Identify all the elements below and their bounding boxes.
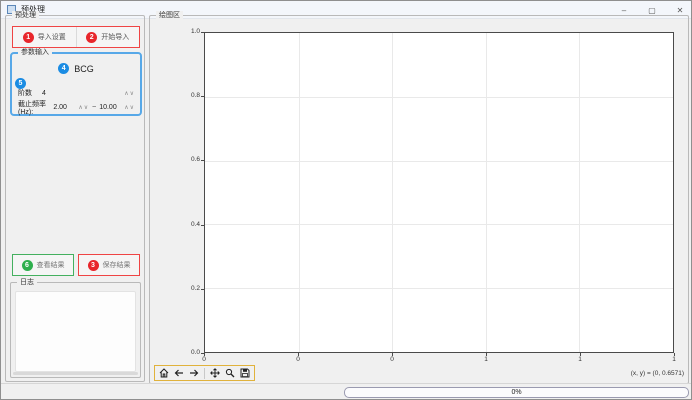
import-settings-button[interactable]: 1 导入设置 — [13, 27, 76, 47]
cutoff-high-spinner-arrows-icon[interactable]: ∧∨ — [124, 104, 135, 111]
order-spinbox[interactable]: 4 — [42, 90, 124, 97]
x-tick-label: 1 — [572, 356, 588, 363]
y-tick-label: 0.8 — [184, 92, 200, 99]
import-settings-label: 导入设置 — [38, 32, 66, 42]
y-tick-mark — [201, 32, 204, 33]
vertical-gridline — [299, 33, 300, 352]
log-horizontal-scrollbar[interactable] — [13, 372, 138, 375]
y-tick-mark — [201, 225, 204, 226]
plot-axes[interactable] — [204, 32, 674, 353]
vertical-gridline — [486, 33, 487, 352]
x-tick-label: 1 — [478, 356, 494, 363]
y-tick-mark — [201, 96, 204, 97]
x-tick-label: 0 — [196, 356, 212, 363]
pan-icon[interactable] — [209, 367, 221, 379]
horizontal-gridline — [205, 97, 673, 98]
parameter-input-groupbox: 参数输入 4 BCG 5 阶数 4 ∧∨ 截止频率(Hz): 2.00 ∧∨ ~… — [10, 52, 142, 116]
step-1-badge: 1 — [23, 32, 34, 43]
step-2-badge: 2 — [86, 32, 97, 43]
y-tick-mark — [201, 160, 204, 161]
plot-navigation-toolbar — [154, 365, 255, 381]
step-3-badge: 3 — [88, 260, 99, 271]
view-result-label: 查看结果 — [37, 260, 65, 270]
step-6-badge: 6 — [22, 260, 33, 271]
save-result-label: 保存结果 — [103, 260, 131, 270]
close-button[interactable]: ✕ — [673, 6, 687, 15]
progress-bar: 0% — [344, 387, 689, 398]
back-arrow-icon[interactable] — [173, 367, 185, 379]
y-tick-label: 0.2 — [184, 285, 200, 292]
step-4-badge: 4 — [58, 63, 69, 74]
status-strip: 0% — [1, 383, 691, 399]
toolbar-separator — [204, 368, 205, 379]
save-result-button[interactable]: 3 保存结果 — [78, 254, 140, 276]
signal-type-value[interactable]: BCG — [74, 64, 94, 74]
start-import-label: 开始导入 — [101, 32, 129, 42]
home-icon[interactable] — [158, 367, 170, 379]
zoom-icon[interactable] — [224, 367, 236, 379]
cutoff-range-separator: ~ — [92, 104, 96, 111]
cutoff-low-spinbox[interactable]: 2.00 — [53, 104, 75, 111]
forward-arrow-icon[interactable] — [188, 367, 200, 379]
log-groupbox: 日志 — [10, 282, 141, 378]
maximize-button[interactable]: ▢ — [645, 6, 659, 15]
y-tick-label: 0.6 — [184, 156, 200, 163]
vertical-gridline — [392, 33, 393, 352]
y-tick-label: 1.0 — [184, 28, 200, 35]
plot-group-label: 绘图区 — [156, 11, 183, 20]
app-window: 预处理 – ▢ ✕ 预处理 1 导入设置 2 开始导入 参数输入 4 — [0, 0, 692, 400]
y-tick-mark — [201, 289, 204, 290]
x-tick-label: 0 — [290, 356, 306, 363]
y-tick-label: 0.0 — [184, 349, 200, 356]
cutoff-high-spinbox[interactable]: 10.00 — [99, 104, 121, 111]
preprocess-group-label: 预处理 — [12, 11, 39, 20]
cursor-coordinates-readout: (x, y) = (0, 0.6571) — [631, 370, 684, 377]
cutoff-low-spinner-arrows-icon[interactable]: ∧∨ — [78, 104, 89, 111]
plot-area-groupbox: 绘图区 1.0 0.8 0.6 0.4 0.2 0.0 — [149, 15, 689, 384]
save-icon[interactable] — [239, 367, 251, 379]
x-tick-label: 0 — [384, 356, 400, 363]
view-result-button[interactable]: 6 查看结果 — [12, 254, 74, 276]
preprocess-groupbox: 预处理 1 导入设置 2 开始导入 参数输入 4 BCG 5 阶数 4 — [5, 15, 145, 382]
import-button-group: 1 导入设置 2 开始导入 — [12, 26, 140, 48]
x-tick-label: 1 — [666, 356, 682, 363]
progress-percent-label: 0% — [345, 388, 688, 398]
horizontal-gridline — [205, 224, 673, 225]
parameter-group-label: 参数输入 — [18, 48, 52, 57]
vertical-gridline — [579, 33, 580, 352]
log-textarea[interactable] — [15, 291, 136, 372]
log-group-label: 日志 — [17, 278, 37, 287]
order-label: 阶数 — [18, 88, 32, 98]
horizontal-gridline — [205, 161, 673, 162]
y-tick-label: 0.4 — [184, 221, 200, 228]
minimize-button[interactable]: – — [617, 6, 631, 15]
order-spinner-arrows-icon[interactable]: ∧∨ — [124, 90, 135, 97]
start-import-button[interactable]: 2 开始导入 — [77, 27, 140, 47]
cutoff-frequency-label: 截止频率(Hz): — [18, 99, 50, 116]
horizontal-gridline — [205, 288, 673, 289]
